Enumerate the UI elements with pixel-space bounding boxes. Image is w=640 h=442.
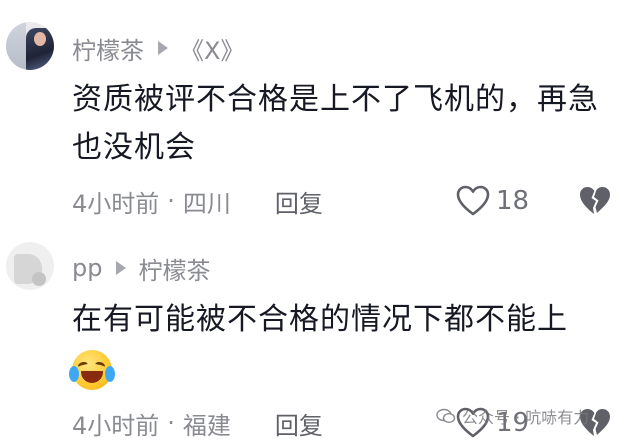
reply-to-username[interactable]: 《X》: [180, 31, 244, 66]
laughing-crying-emoji-icon: [69, 350, 115, 390]
comment-text: 在有可能被不合格的情况下都不能上: [72, 302, 568, 337]
comment-header: pp 柠檬茶: [72, 251, 210, 286]
play-triangle-icon: [158, 41, 168, 55]
avatar[interactable]: [6, 22, 54, 70]
avatar[interactable]: [6, 242, 54, 290]
watermark: 公众号 · 吭哧有力: [436, 404, 589, 428]
comment-item: 柠檬茶 《X》 资质被评不合格是上不了飞机的，再急也没机会 4小时前 · 四川 …: [0, 0, 640, 230]
comment-meta: 4小时前 · 福建 回复: [72, 405, 323, 441]
timestamp: 4小时前: [72, 411, 160, 440]
comment-header: 柠檬茶 《X》: [72, 31, 244, 66]
reply-to-username[interactable]: 柠檬茶: [138, 251, 210, 286]
username[interactable]: pp: [72, 254, 102, 282]
reply-button[interactable]: 回复: [275, 184, 323, 219]
watermark-text: 公众号 · 吭哧有力: [462, 408, 590, 427]
timestamp: 4小时前: [72, 189, 160, 218]
comment-text: 资质被评不合格是上不了飞机的，再急也没机会: [72, 82, 599, 165]
wechat-icon: [436, 408, 456, 424]
broken-heart-icon[interactable]: [578, 185, 612, 217]
meta-separator: ·: [167, 187, 175, 215]
location: 福建: [182, 411, 231, 440]
like-count: 18: [496, 186, 530, 216]
reply-button[interactable]: 回复: [275, 406, 323, 441]
play-triangle-icon: [116, 261, 127, 275]
like-button[interactable]: 18: [456, 183, 529, 219]
username[interactable]: 柠檬茶: [72, 31, 144, 66]
location: 四川: [182, 189, 231, 218]
meta-separator: ·: [167, 409, 175, 437]
comment-meta: 4小时前 · 四川 回复: [72, 183, 323, 219]
heart-outline-icon: [456, 185, 490, 216]
